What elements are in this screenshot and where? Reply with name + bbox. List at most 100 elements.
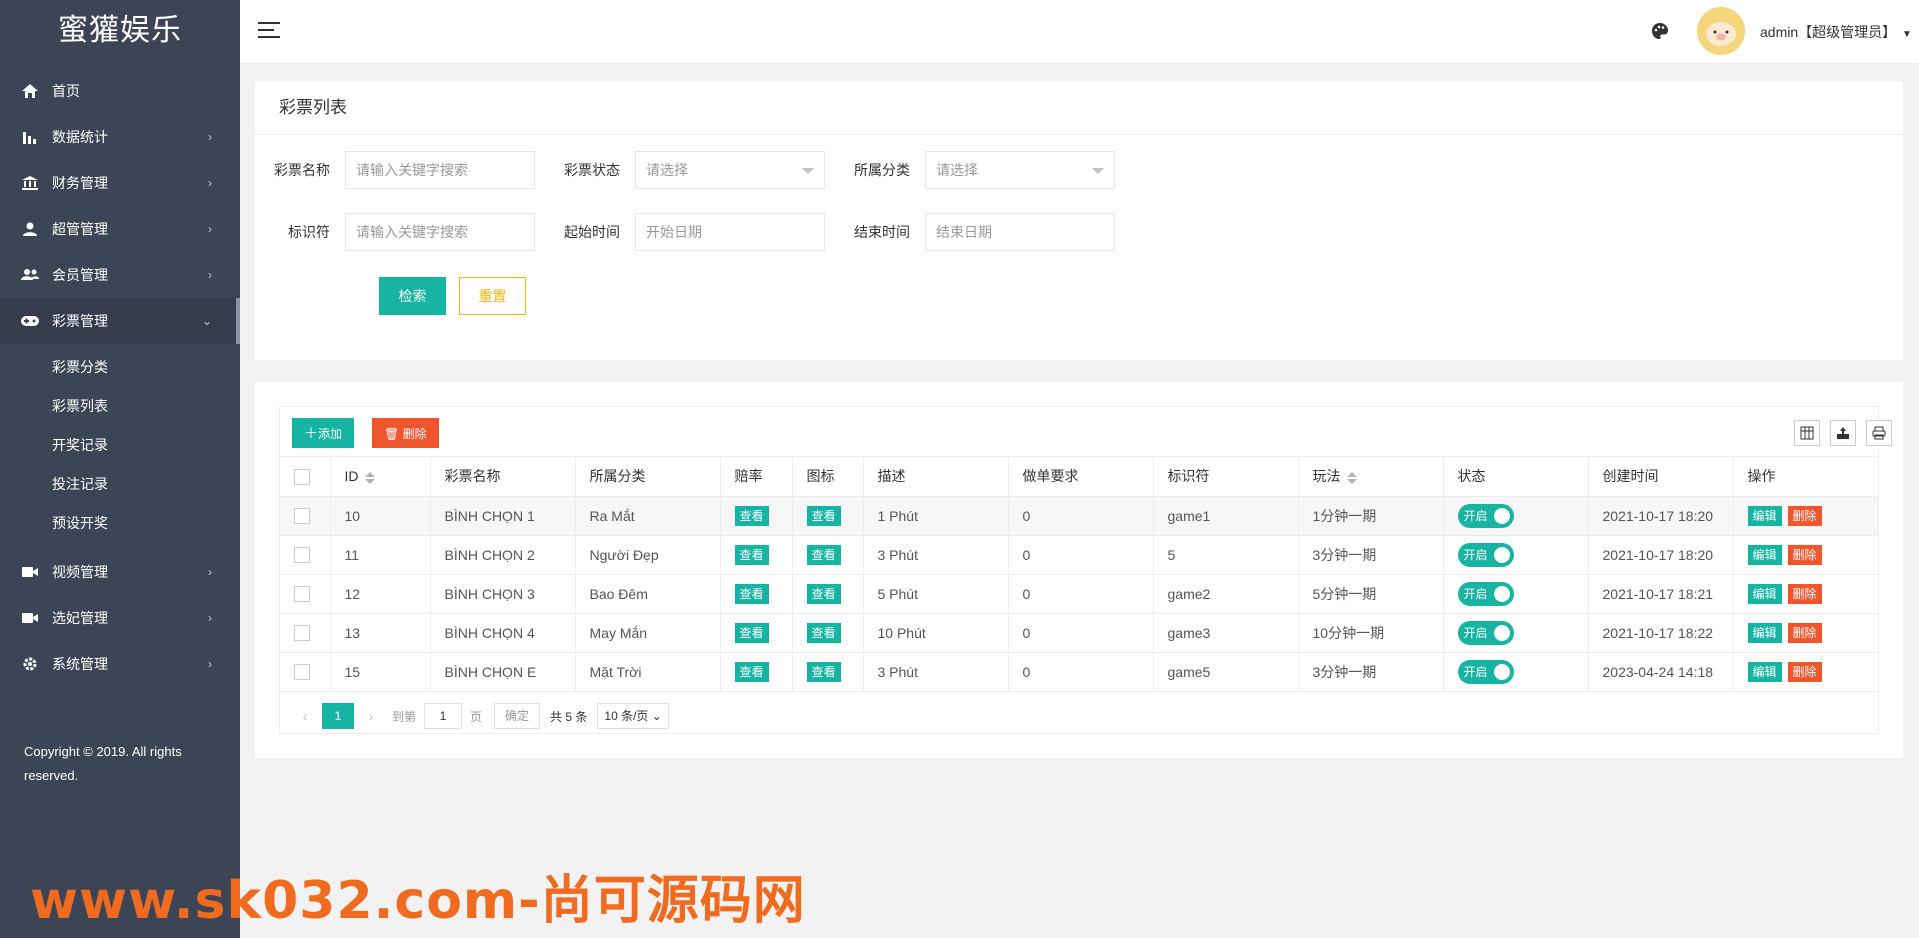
toggle-knob xyxy=(1493,624,1510,641)
sort-icon[interactable] xyxy=(1346,471,1357,484)
watermark-text: www.sk032.com-尚可源码网 xyxy=(30,871,806,931)
view-icon-button[interactable]: 查看 xyxy=(806,661,841,682)
palette-icon[interactable] xyxy=(1651,22,1669,43)
view-odds-button[interactable]: 查看 xyxy=(734,622,769,643)
sidebar-subitem-bet-records[interactable]: 投注记录 xyxy=(0,465,240,504)
start-date-input[interactable]: 开始日期 xyxy=(635,213,825,251)
video-icon xyxy=(20,609,40,627)
view-odds-button[interactable]: 查看 xyxy=(734,505,769,526)
edit-button[interactable]: 编辑 xyxy=(1747,544,1782,565)
print-icon[interactable] xyxy=(1866,420,1892,446)
sort-icon[interactable] xyxy=(364,471,375,484)
menu-toggle-icon[interactable] xyxy=(258,22,280,43)
gamepad-icon xyxy=(20,312,40,330)
toggle-knob xyxy=(1493,546,1510,563)
cell-category: Bao Đêm xyxy=(575,574,721,614)
status-toggle[interactable]: 开启 xyxy=(1457,620,1514,645)
row-select-cell[interactable] xyxy=(280,613,331,653)
goto-confirm-button[interactable]: 确定 xyxy=(494,703,541,729)
row-checkbox[interactable] xyxy=(294,664,310,681)
view-odds-button[interactable]: 查看 xyxy=(734,583,769,604)
edit-button[interactable]: 编辑 xyxy=(1747,622,1782,643)
video-icon xyxy=(20,563,40,581)
sidebar-item-home[interactable]: 首页 xyxy=(0,68,240,114)
sidebar-item-video[interactable]: 视频管理 › xyxy=(0,549,240,595)
copyright-text: Copyright © 2019. All rights reserved. xyxy=(24,744,182,783)
delete-button[interactable]: 删除 xyxy=(1787,505,1822,526)
sidebar-item-system[interactable]: 系统管理 › xyxy=(0,641,240,687)
batch-delete-button[interactable]: 🗑 删除 xyxy=(372,418,439,448)
select-all-cell[interactable] xyxy=(280,457,331,497)
col-actions: 操作 xyxy=(1733,457,1878,497)
avatar[interactable] xyxy=(1697,7,1745,55)
sidebar-item-lottery[interactable]: 彩票管理 ⌄ xyxy=(0,298,240,344)
sidebar-subitem-lottery-category[interactable]: 彩票分类 xyxy=(0,348,240,387)
col-key: 标识符 xyxy=(1153,457,1299,497)
goto-page-input[interactable]: 1 xyxy=(424,703,463,729)
cell-play: 1分钟一期 xyxy=(1298,496,1444,536)
row-select-cell[interactable] xyxy=(280,535,331,575)
status-select[interactable]: 请选择 xyxy=(635,151,825,189)
sidebar-item-finance[interactable]: 财务管理 › xyxy=(0,160,240,206)
user-menu[interactable]: admin【超级管理员】 ▼ xyxy=(1760,22,1912,42)
sidebar-item-admin[interactable]: 超管管理 › xyxy=(0,206,240,252)
row-checkbox[interactable] xyxy=(294,586,310,603)
row-select-cell[interactable] xyxy=(280,652,331,692)
select-all-checkbox[interactable] xyxy=(294,468,310,485)
view-icon-button[interactable]: 查看 xyxy=(806,544,841,565)
row-checkbox[interactable] xyxy=(294,508,310,525)
toggle-knob xyxy=(1493,507,1510,524)
view-odds-button[interactable]: 查看 xyxy=(734,544,769,565)
cell-icon: 查看 xyxy=(792,574,864,614)
view-odds-button[interactable]: 查看 xyxy=(734,661,769,682)
status-toggle[interactable]: 开启 xyxy=(1457,503,1514,528)
sidebar-item-label: 数据统计 xyxy=(52,129,108,145)
cell-requirement: 0 xyxy=(1008,574,1154,614)
status-toggle[interactable]: 开启 xyxy=(1457,659,1514,684)
delete-button[interactable]: 删除 xyxy=(1787,622,1822,643)
row-checkbox[interactable] xyxy=(294,547,310,564)
home-icon xyxy=(20,82,40,100)
key-input[interactable]: 请输入关键字搜索 xyxy=(345,213,535,251)
view-icon-button[interactable]: 查看 xyxy=(806,505,841,526)
sidebar-subitem-lottery-list[interactable]: 彩票列表 xyxy=(0,387,240,426)
delete-button[interactable]: 删除 xyxy=(1787,544,1822,565)
sidebar-subitem-draw-records[interactable]: 开奖记录 xyxy=(0,426,240,465)
add-button[interactable]: ＋添加 xyxy=(292,418,355,448)
cell-desc: 3 Phút xyxy=(863,535,1009,575)
delete-button[interactable]: 删除 xyxy=(1787,583,1822,604)
columns-icon[interactable] xyxy=(1794,420,1820,446)
status-toggle[interactable]: 开启 xyxy=(1457,581,1514,606)
chevron-right-icon: › xyxy=(208,657,212,671)
reset-button[interactable]: 重置 xyxy=(459,277,526,315)
sidebar-subitem-preset-draw[interactable]: 预设开奖 xyxy=(0,504,240,543)
col-play[interactable]: 玩法 xyxy=(1298,457,1444,497)
edit-button[interactable]: 编辑 xyxy=(1747,661,1782,682)
search-button[interactable]: 检索 xyxy=(379,277,446,315)
sidebar-item-concubine[interactable]: 选妃管理 › xyxy=(0,595,240,641)
status-toggle[interactable]: 开启 xyxy=(1457,542,1514,567)
view-icon-button[interactable]: 查看 xyxy=(806,622,841,643)
row-checkbox[interactable] xyxy=(294,625,310,642)
row-select-cell[interactable] xyxy=(280,496,331,536)
sidebar-item-stats[interactable]: 数据统计 › xyxy=(0,114,240,160)
cell-category: Người Đẹp xyxy=(575,535,721,575)
category-select[interactable]: 请选择 xyxy=(925,151,1115,189)
lottery-name-input[interactable]: 请输入关键字搜索 xyxy=(345,151,535,189)
app-logo[interactable]: 蜜獾娱乐 xyxy=(0,0,240,62)
view-icon-button[interactable]: 查看 xyxy=(806,583,841,604)
next-page-icon[interactable]: › xyxy=(358,708,384,724)
edit-button[interactable]: 编辑 xyxy=(1747,583,1782,604)
trash-icon: 🗑 xyxy=(384,426,400,441)
end-date-input[interactable]: 结束日期 xyxy=(925,213,1115,251)
edit-button[interactable]: 编辑 xyxy=(1747,505,1782,526)
sidebar-item-members[interactable]: 会员管理 › xyxy=(0,252,240,298)
row-select-cell[interactable] xyxy=(280,574,331,614)
cell-created: 2021-10-17 18:22 xyxy=(1588,613,1734,653)
prev-page-icon[interactable]: ‹ xyxy=(292,708,318,724)
page-size-select[interactable]: 10 条/页 ⌄ xyxy=(597,703,669,729)
col-id[interactable]: ID xyxy=(330,457,431,497)
page-button-current[interactable]: 1 xyxy=(322,703,354,729)
delete-button[interactable]: 删除 xyxy=(1787,661,1822,682)
export-icon[interactable] xyxy=(1830,420,1856,446)
